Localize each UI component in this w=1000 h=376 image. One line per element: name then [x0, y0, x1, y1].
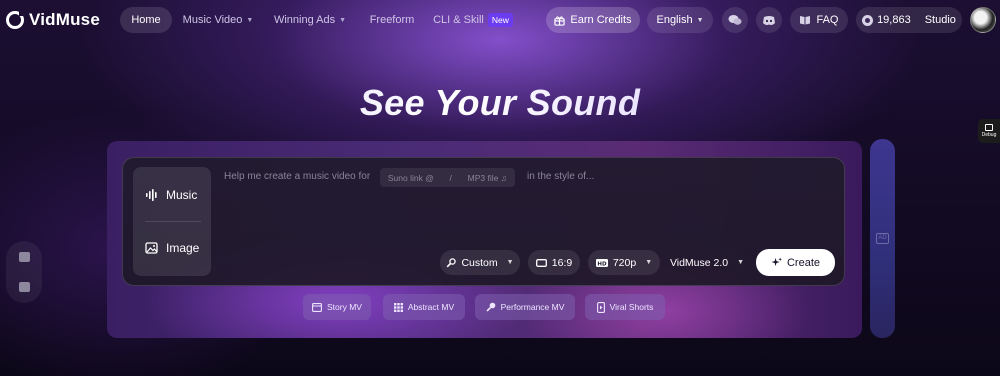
nav-cli-skill-label: CLI & Skill	[433, 14, 484, 26]
archive-icon[interactable]	[19, 252, 30, 262]
studio-label: Studio	[924, 14, 956, 26]
svg-text:HD: HD	[597, 261, 607, 267]
chevron-down-icon: ▼	[696, 16, 704, 24]
quick-performance-label: Performance MV	[500, 302, 565, 312]
mp3-file-label: MP3 file	[467, 172, 499, 183]
chevron-down-icon: ▼	[737, 259, 745, 266]
mode-divider	[145, 221, 201, 222]
quick-viral-shorts[interactable]: Viral Shorts	[585, 294, 665, 320]
mode-music-tab[interactable]: Music	[145, 185, 197, 205]
faq-button[interactable]: FAQ	[790, 7, 848, 33]
mode-image-tab[interactable]: Image	[145, 238, 199, 258]
quick-performance-mv[interactable]: Performance MV	[475, 294, 575, 320]
wechat-icon	[728, 15, 742, 25]
discord-icon	[763, 15, 775, 25]
nav-home[interactable]: Home	[120, 7, 172, 33]
chevron-down-icon: ▼	[645, 259, 653, 266]
debug-label: Debug	[981, 132, 997, 138]
earn-credits-label: Earn Credits	[570, 14, 632, 26]
create-label: Create	[786, 256, 821, 269]
grid-icon	[393, 302, 403, 312]
quick-viral-label: Viral Shorts	[609, 302, 654, 312]
nav-freeform[interactable]: Freeform	[362, 7, 422, 33]
terminal-icon	[985, 124, 993, 131]
model-label: VidMuse 2.0	[669, 256, 729, 269]
credits-amount: 19,863	[877, 14, 911, 26]
model-select[interactable]: VidMuse 2.0 ▼	[666, 250, 748, 275]
chevron-down-icon: ▼	[246, 16, 254, 24]
aspect-ratio-icon	[535, 258, 547, 267]
film-icon	[312, 302, 322, 312]
debug-tab[interactable]: Debug	[978, 119, 1000, 143]
logo[interactable]: VidMuse	[6, 9, 100, 31]
chevron-down-icon: ▼	[506, 259, 514, 266]
sparkle-icon	[771, 257, 782, 267]
nav-cli-skill[interactable]: CLI & Skill New	[432, 7, 514, 33]
nav-music-video-label: Music Video	[182, 14, 243, 26]
logo-text: VidMuse	[29, 10, 100, 29]
earn-credits-button[interactable]: Earn Credits	[546, 7, 640, 33]
style-label: Custom	[461, 256, 498, 269]
folder-icon[interactable]	[19, 282, 30, 292]
mode-music-label: Music	[166, 188, 198, 202]
language-select[interactable]: English ▼	[647, 7, 713, 33]
resolution-select[interactable]: HD 720p ▼	[588, 250, 660, 275]
language-label: English	[656, 14, 693, 26]
waveform-icon	[146, 189, 157, 201]
style-select[interactable]: Custom ▼	[440, 250, 520, 275]
hd-icon: HD	[595, 258, 608, 267]
nav-winning-ads-label: Winning Ads	[273, 14, 336, 26]
resolution-label: 720p	[612, 256, 637, 269]
microphone-icon	[486, 302, 495, 312]
quick-story-label: Story MV	[327, 302, 362, 312]
ad-icon[interactable]: AD	[876, 233, 889, 244]
mode-image-label: Image	[166, 241, 200, 255]
left-floating-toolbar	[6, 241, 42, 303]
chevron-down-icon: ▼	[339, 16, 347, 24]
nav-freeform-label: Freeform	[369, 14, 415, 26]
nav-winning-ads[interactable]: Winning Ads ▼	[270, 7, 350, 33]
create-button[interactable]: Create	[756, 249, 835, 276]
prompt-lead-text: Help me create a music video for	[224, 171, 371, 182]
image-plus-icon	[145, 242, 158, 254]
nav-home-label: Home	[131, 14, 161, 26]
book-icon	[800, 16, 811, 25]
aspect-ratio-select[interactable]: 16:9	[528, 250, 580, 275]
quick-story-mv[interactable]: Story MV	[303, 294, 371, 320]
coin-icon	[862, 14, 874, 26]
page-title: See Your Sound	[0, 82, 1000, 124]
wechat-button[interactable]	[722, 7, 748, 33]
credits-balance[interactable]: 19,863 Studio	[856, 7, 962, 33]
top-navigation-bar: VidMuse Home Music Video ▼ Winning Ads ▼…	[0, 0, 1000, 40]
song-source-input[interactable]: Suno link @ / MP3 file ♫	[380, 168, 515, 187]
source-separator: /	[449, 172, 452, 183]
gift-icon	[554, 15, 566, 26]
music-note-icon: ♫	[500, 172, 508, 183]
quick-abstract-label: Abstract MV	[407, 302, 455, 312]
vidmuse-logo-icon	[6, 10, 25, 29]
wrench-icon	[447, 257, 457, 267]
avatar[interactable]	[970, 7, 996, 33]
mp3-file-option[interactable]: MP3 file ♫	[468, 173, 507, 183]
aspect-ratio-label: 16:9	[551, 256, 573, 269]
quick-abstract-mv[interactable]: Abstract MV	[383, 294, 465, 320]
discord-button[interactable]	[756, 7, 782, 33]
phone-play-icon	[596, 301, 605, 313]
faq-label: FAQ	[816, 14, 839, 26]
prompt-style-input[interactable]: in the style of...	[527, 171, 594, 182]
nav-music-video[interactable]: Music Video ▼	[180, 7, 256, 33]
suno-link-option[interactable]: Suno link @	[388, 173, 434, 183]
new-badge: New	[487, 13, 513, 27]
